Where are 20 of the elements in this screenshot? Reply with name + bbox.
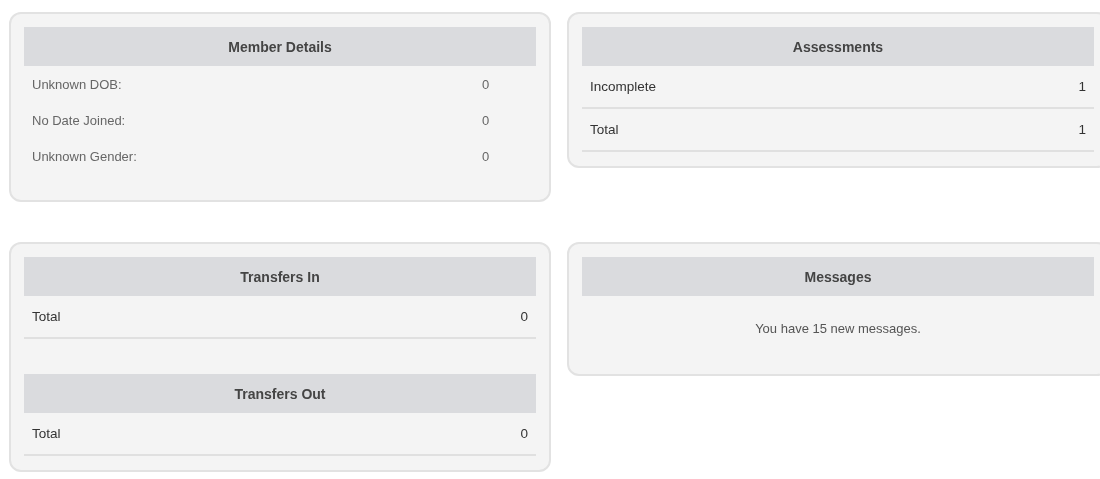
- row-value: 0: [520, 426, 528, 441]
- row-value: 0: [482, 76, 490, 92]
- row-label: Unknown DOB:: [32, 76, 123, 92]
- row-value: 1: [1078, 79, 1086, 94]
- row-label: No Date Joined:: [32, 112, 127, 128]
- row-label: Unknown Gender:: [32, 148, 138, 164]
- row-label: Incomplete: [590, 79, 657, 94]
- row-label: Total: [32, 426, 61, 441]
- row-value: 0: [520, 309, 528, 324]
- section-header: Assessments: [582, 27, 1094, 66]
- row-label: Total: [32, 309, 61, 324]
- row-value: 0: [482, 148, 490, 164]
- section-header: Transfers Out: [24, 374, 536, 413]
- section-header: Messages: [582, 257, 1094, 296]
- section-header: Transfers In: [24, 257, 536, 296]
- row-label: Total: [590, 122, 619, 137]
- message-text: You have 15 new messages.: [755, 321, 921, 336]
- row-value: 1: [1078, 122, 1086, 137]
- section-header: Member Details: [24, 27, 536, 66]
- row-value: 0: [482, 112, 490, 128]
